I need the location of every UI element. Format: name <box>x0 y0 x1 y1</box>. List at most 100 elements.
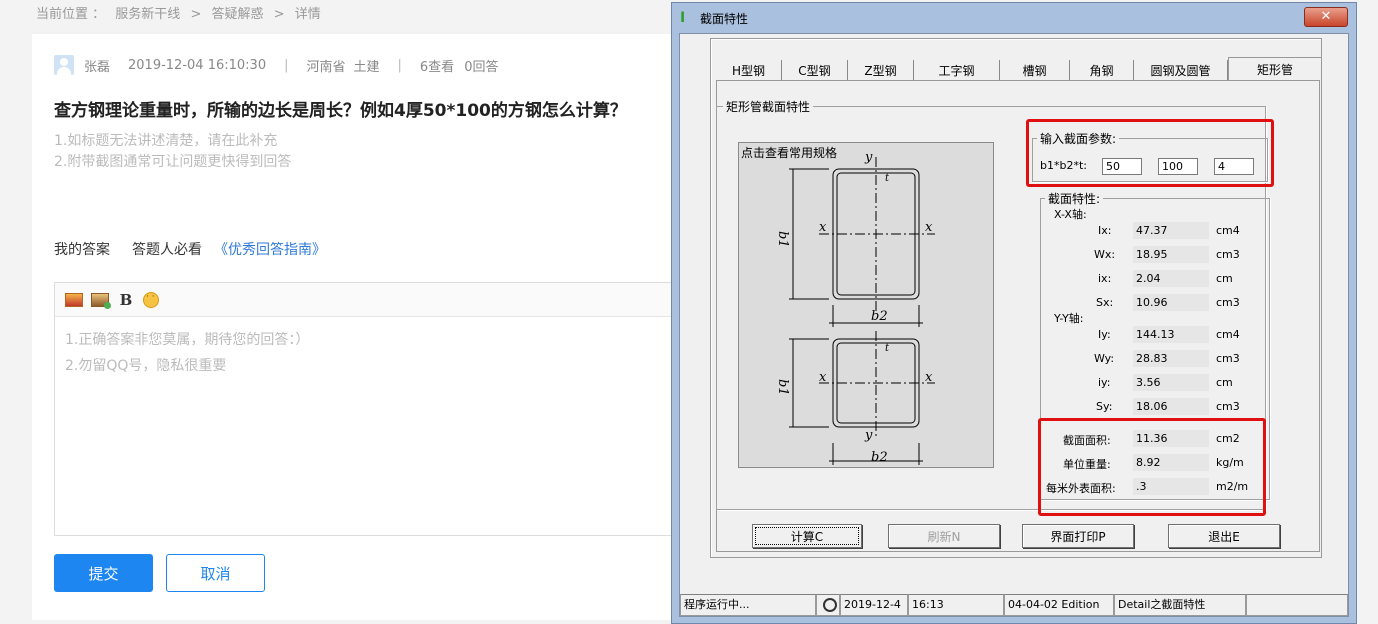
question-hints: 1.如标题无法讲述清楚，请在此补充 2.附带截图通常可让问题更快得到回答 <box>54 131 291 173</box>
status-running: 程序运行中... <box>680 594 816 616</box>
tab-angle[interactable]: 角钢 <box>1070 60 1134 80</box>
tab-round-pipe[interactable]: 圆钢及圆管 <box>1134 60 1228 80</box>
sy-unit: cm3 <box>1216 400 1240 413</box>
submit-button[interactable]: 提交 <box>54 554 153 592</box>
question-card: 张磊 2019-12-04 16:10:30 | 河南省 土建 | 6查看 0回… <box>32 34 694 620</box>
wx-value: 18.95 <box>1133 246 1209 263</box>
status-bar: 程序运行中... 2019-12-4 16:13 04-04-02 Editio… <box>680 594 1348 616</box>
screenshot-stage: { "breadcrumb": { "prefix": "当前位置 ：", "i… <box>0 0 1378 624</box>
svg-text:b2: b2 <box>871 309 888 324</box>
radius-y-label: iy: <box>1098 376 1111 389</box>
hint-line: 2.附带截图通常可让问题更快得到回答 <box>54 154 292 170</box>
status-edition: 04-04-02 Edition <box>1004 594 1114 616</box>
status-detail: Detail之截面特性 <box>1114 594 1246 616</box>
steel-type-tabs: H型钢 C型钢 Z型钢 工字钢 槽钢 角钢 圆钢及圆管 矩形管 <box>716 57 1322 81</box>
iy-unit: cm4 <box>1216 328 1240 341</box>
placeholder-line: 2.勿留QQ号，隐私很重要 <box>65 358 227 374</box>
tab-h-steel[interactable]: H型钢 <box>716 60 782 80</box>
close-button[interactable]: ✕ <box>1304 7 1348 27</box>
section-drawing[interactable]: 点击查看常用规格 y x x b1 b2 t x x b1 y b2 t <box>738 142 994 468</box>
tab-rect-tube[interactable]: 矩形管 <box>1228 57 1322 81</box>
question-category: 土建 <box>353 59 380 75</box>
must-read-label: 答题人必看 <box>132 242 202 258</box>
svg-text:b2: b2 <box>871 450 888 465</box>
answer-bar: 我的答案 答题人必看 《优秀回答指南》 <box>54 239 326 259</box>
svg-text:x: x <box>819 220 827 235</box>
svg-text:x: x <box>819 370 827 385</box>
breadcrumb-prefix: 当前位置 ： <box>36 7 106 22</box>
svg-text:y: y <box>864 428 873 443</box>
question-region: 河南省 <box>306 59 346 75</box>
section-props-title: 截面特性: <box>1045 190 1104 207</box>
svg-text:t: t <box>885 173 890 184</box>
ix-value: 47.37 <box>1133 222 1209 239</box>
sx-value: 10.96 <box>1133 294 1209 311</box>
ix-unit: cm4 <box>1216 224 1240 237</box>
answer-guide-link[interactable]: 《优秀回答指南》 <box>214 239 326 259</box>
meta-divider: | <box>284 57 289 73</box>
status-date: 2019-12-4 <box>840 594 908 616</box>
sy-label: Sy: <box>1096 400 1113 413</box>
breadcrumb-link-service[interactable]: 服务新干线 <box>115 7 180 22</box>
tab-i-beam[interactable]: 工字钢 <box>914 60 1000 80</box>
question-title: 查方钢理论重量时，所输的边长是周长？例如4厚50*100的方钢怎么计算？ <box>54 101 627 121</box>
svg-text:b1: b1 <box>775 379 790 396</box>
answer-count: 0回答 <box>464 59 499 75</box>
yy-axis-label: Y-Y轴: <box>1054 312 1084 325</box>
refresh-button[interactable]: 刷新N <box>888 524 1000 548</box>
question-meta: 张磊 2019-12-04 16:10:30 | 河南省 土建 | 6查看 0回… <box>54 54 516 76</box>
view-count: 6查看 <box>419 59 455 75</box>
breadcrumb-separator: > <box>273 7 285 22</box>
radius-y-unit: cm <box>1216 376 1233 389</box>
tab-channel[interactable]: 槽钢 <box>1000 60 1070 80</box>
avatar <box>54 55 74 75</box>
breadcrumb-current: 详情 <box>294 7 321 22</box>
sy-value: 18.06 <box>1133 398 1209 415</box>
svg-text:x: x <box>925 370 933 385</box>
emoji-icon[interactable] <box>143 291 159 308</box>
status-empty <box>1246 594 1348 616</box>
svg-text:t: t <box>885 343 890 354</box>
insert-image-icon[interactable] <box>65 292 83 307</box>
print-button[interactable]: 界面打印P <box>1022 524 1134 548</box>
clock-icon <box>816 594 840 616</box>
answer-textarea[interactable]: 1.正确答案非您莫属，期待您的回答：） 2.勿留QQ号，隐私很重要 <box>55 317 693 389</box>
my-answer-label: 我的答案 <box>54 242 110 258</box>
svg-text:y: y <box>864 150 873 165</box>
breadcrumb-separator: > <box>190 7 202 22</box>
tab-z-steel[interactable]: Z型钢 <box>848 60 914 80</box>
exit-button[interactable]: 退出E <box>1168 524 1280 548</box>
wy-label: Wy: <box>1094 352 1115 365</box>
sx-label: Sx: <box>1096 296 1114 309</box>
bold-button[interactable]: B <box>117 291 135 309</box>
wy-value: 28.83 <box>1133 350 1209 367</box>
breadcrumb: 当前位置 ： 服务新干线 > 答疑解惑 > 详情 <box>36 3 327 22</box>
radius-y-value: 3.56 <box>1133 374 1209 391</box>
breadcrumb-link-qa[interactable]: 答疑解惑 <box>211 7 263 22</box>
xx-axis-label: X-X轴: <box>1054 208 1087 221</box>
question-author[interactable]: 张磊 <box>84 56 110 75</box>
svg-text:x: x <box>925 220 933 235</box>
rect-tube-diagram: y x x b1 b2 t x x b1 y b2 t <box>775 150 935 465</box>
cancel-button[interactable]: 取消 <box>166 554 265 592</box>
question-datetime: 2019-12-04 16:10:30 <box>128 57 267 73</box>
section-properties-window: I 截面特性 ✕ H型钢 C型钢 Z型钢 工字钢 槽钢 角钢 圆钢及圆管 矩形管… <box>671 2 1357 624</box>
calculate-button[interactable]: 计算C <box>752 524 862 548</box>
window-titlebar[interactable]: I 截面特性 ✕ <box>672 3 1356 33</box>
highlight-box-input <box>1026 119 1274 187</box>
highlight-box-results <box>1038 418 1266 516</box>
status-time: 16:13 <box>908 594 1004 616</box>
iy-value: 144.13 <box>1133 326 1209 343</box>
window-title: 截面特性 <box>700 11 749 26</box>
radius-x-value: 2.04 <box>1133 270 1209 287</box>
answer-editor: B 1.正确答案非您莫属，期待您的回答：） 2.勿留QQ号，隐私很重要 <box>54 282 694 536</box>
sx-unit: cm3 <box>1216 296 1240 309</box>
insert-picture-icon[interactable] <box>91 292 111 309</box>
ix-label: Ix: <box>1098 224 1112 237</box>
radius-x-label: ix: <box>1098 272 1112 285</box>
tab-c-steel[interactable]: C型钢 <box>782 60 848 80</box>
placeholder-line: 1.正确答案非您莫属，期待您的回答：） <box>65 332 310 348</box>
wx-unit: cm3 <box>1216 248 1240 261</box>
app-icon: I <box>680 10 686 26</box>
wx-label: Wx: <box>1094 248 1116 261</box>
